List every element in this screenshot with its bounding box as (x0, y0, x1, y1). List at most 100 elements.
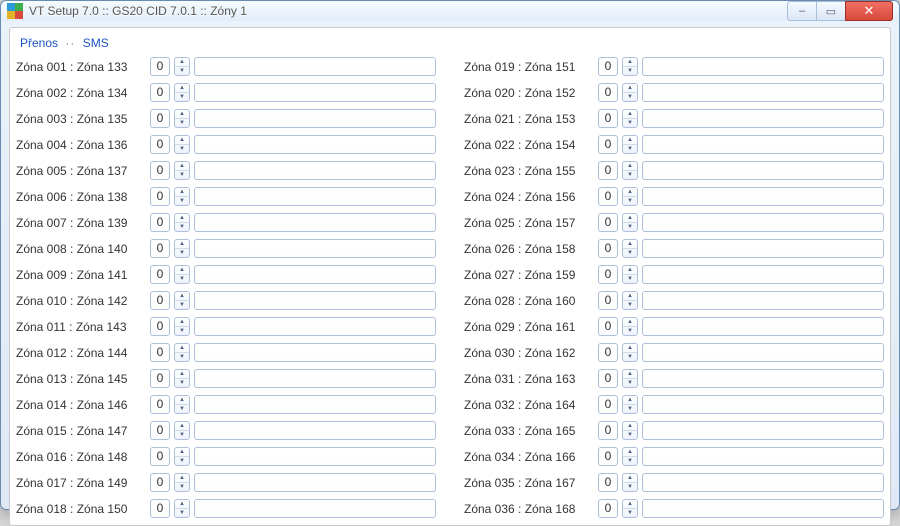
zone-number-input[interactable]: 0 (598, 499, 618, 518)
spinner-down-icon[interactable]: ▼ (623, 275, 637, 283)
spinner-down-icon[interactable]: ▼ (623, 171, 637, 179)
spinner-up-icon[interactable]: ▲ (175, 266, 189, 275)
zone-text-input[interactable] (642, 109, 884, 128)
zone-text-input[interactable] (194, 187, 436, 206)
spinner-up-icon[interactable]: ▲ (175, 84, 189, 93)
spinner-down-icon[interactable]: ▼ (175, 67, 189, 75)
close-button[interactable]: ✕ (845, 1, 893, 21)
zone-number-input[interactable]: 0 (598, 473, 618, 492)
zone-text-input[interactable] (642, 317, 884, 336)
zone-spinner[interactable]: ▲▼ (174, 187, 190, 206)
spinner-up-icon[interactable]: ▲ (175, 422, 189, 431)
spinner-up-icon[interactable]: ▲ (175, 110, 189, 119)
zone-spinner[interactable]: ▲▼ (622, 213, 638, 232)
zone-number-input[interactable]: 0 (150, 499, 170, 518)
zone-number-input[interactable]: 0 (150, 161, 170, 180)
zone-spinner[interactable]: ▲▼ (622, 187, 638, 206)
zone-number-input[interactable]: 0 (598, 447, 618, 466)
zone-text-input[interactable] (642, 369, 884, 388)
spinner-up-icon[interactable]: ▲ (175, 136, 189, 145)
zone-number-input[interactable]: 0 (150, 57, 170, 76)
breadcrumb-sms[interactable]: SMS (83, 36, 109, 50)
zone-text-input[interactable] (194, 421, 436, 440)
spinner-up-icon[interactable]: ▲ (623, 500, 637, 509)
minimize-button[interactable]: – (787, 1, 817, 21)
spinner-down-icon[interactable]: ▼ (175, 483, 189, 491)
spinner-down-icon[interactable]: ▼ (623, 457, 637, 465)
breadcrumb-prenos[interactable]: Přenos (20, 36, 58, 50)
zone-number-input[interactable]: 0 (598, 343, 618, 362)
zone-text-input[interactable] (642, 239, 884, 258)
spinner-up-icon[interactable]: ▲ (175, 318, 189, 327)
spinner-up-icon[interactable]: ▲ (623, 266, 637, 275)
zone-spinner[interactable]: ▲▼ (622, 57, 638, 76)
zone-text-input[interactable] (642, 57, 884, 76)
spinner-up-icon[interactable]: ▲ (623, 240, 637, 249)
zone-text-input[interactable] (194, 447, 436, 466)
zone-spinner[interactable]: ▲▼ (622, 421, 638, 440)
spinner-down-icon[interactable]: ▼ (175, 119, 189, 127)
spinner-down-icon[interactable]: ▼ (175, 379, 189, 387)
zone-number-input[interactable]: 0 (598, 161, 618, 180)
zone-text-input[interactable] (194, 83, 436, 102)
zone-number-input[interactable]: 0 (150, 473, 170, 492)
zone-number-input[interactable]: 0 (150, 395, 170, 414)
maximize-button[interactable]: ▭ (816, 1, 846, 21)
zone-text-input[interactable] (642, 161, 884, 180)
zone-text-input[interactable] (642, 291, 884, 310)
zone-text-input[interactable] (194, 57, 436, 76)
zone-spinner[interactable]: ▲▼ (174, 135, 190, 154)
zone-text-input[interactable] (194, 317, 436, 336)
zone-spinner[interactable]: ▲▼ (622, 265, 638, 284)
zone-number-input[interactable]: 0 (150, 343, 170, 362)
spinner-down-icon[interactable]: ▼ (623, 301, 637, 309)
zone-number-input[interactable]: 0 (598, 421, 618, 440)
spinner-down-icon[interactable]: ▼ (175, 145, 189, 153)
spinner-down-icon[interactable]: ▼ (623, 431, 637, 439)
zone-text-input[interactable] (642, 265, 884, 284)
zone-spinner[interactable]: ▲▼ (174, 213, 190, 232)
zone-text-input[interactable] (194, 109, 436, 128)
zone-text-input[interactable] (642, 499, 884, 518)
zone-text-input[interactable] (194, 473, 436, 492)
zone-number-input[interactable]: 0 (598, 239, 618, 258)
spinner-down-icon[interactable]: ▼ (623, 67, 637, 75)
zone-number-input[interactable]: 0 (150, 291, 170, 310)
zone-spinner[interactable]: ▲▼ (174, 57, 190, 76)
spinner-down-icon[interactable]: ▼ (623, 353, 637, 361)
spinner-down-icon[interactable]: ▼ (175, 171, 189, 179)
zone-number-input[interactable]: 0 (598, 135, 618, 154)
zone-text-input[interactable] (642, 473, 884, 492)
spinner-down-icon[interactable]: ▼ (623, 223, 637, 231)
spinner-down-icon[interactable]: ▼ (623, 119, 637, 127)
zone-number-input[interactable]: 0 (150, 265, 170, 284)
zone-text-input[interactable] (194, 213, 436, 232)
zone-number-input[interactable]: 0 (150, 187, 170, 206)
zone-spinner[interactable]: ▲▼ (174, 239, 190, 258)
zone-text-input[interactable] (642, 83, 884, 102)
zone-text-input[interactable] (642, 187, 884, 206)
zone-number-input[interactable]: 0 (598, 83, 618, 102)
zone-spinner[interactable]: ▲▼ (622, 499, 638, 518)
spinner-up-icon[interactable]: ▲ (623, 110, 637, 119)
zone-spinner[interactable]: ▲▼ (622, 161, 638, 180)
zone-text-input[interactable] (194, 499, 436, 518)
zone-text-input[interactable] (642, 135, 884, 154)
zone-number-input[interactable]: 0 (150, 369, 170, 388)
zone-text-input[interactable] (194, 265, 436, 284)
zone-number-input[interactable]: 0 (598, 57, 618, 76)
zone-number-input[interactable]: 0 (150, 447, 170, 466)
spinner-down-icon[interactable]: ▼ (623, 483, 637, 491)
spinner-down-icon[interactable]: ▼ (175, 301, 189, 309)
zone-spinner[interactable]: ▲▼ (622, 343, 638, 362)
spinner-down-icon[interactable]: ▼ (175, 457, 189, 465)
spinner-up-icon[interactable]: ▲ (175, 162, 189, 171)
spinner-up-icon[interactable]: ▲ (175, 500, 189, 509)
spinner-up-icon[interactable]: ▲ (175, 188, 189, 197)
spinner-down-icon[interactable]: ▼ (623, 327, 637, 335)
zone-number-input[interactable]: 0 (150, 239, 170, 258)
zone-spinner[interactable]: ▲▼ (622, 291, 638, 310)
zone-number-input[interactable]: 0 (150, 421, 170, 440)
zone-spinner[interactable]: ▲▼ (174, 317, 190, 336)
spinner-down-icon[interactable]: ▼ (175, 327, 189, 335)
